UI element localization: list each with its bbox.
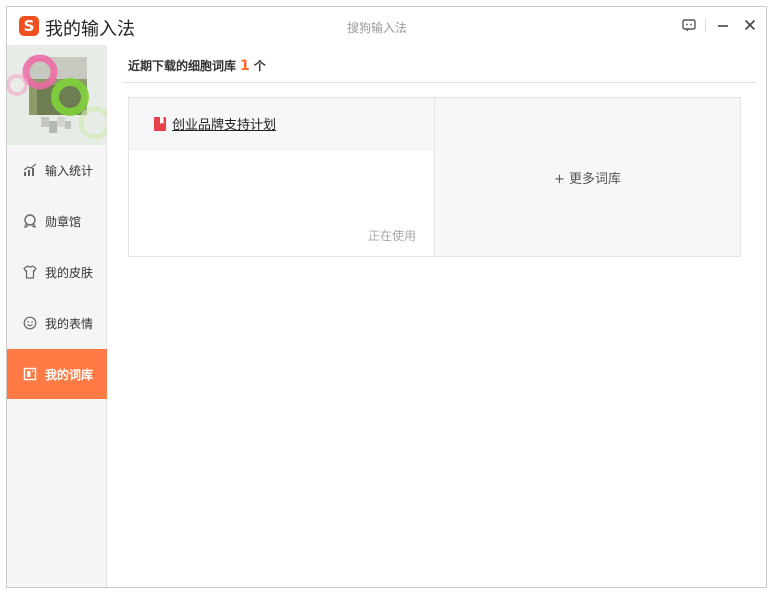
dictionary-icon [23,367,37,381]
feedback-button[interactable] [679,15,699,35]
more-dictionaries-button[interactable]: + 更多词库 [435,98,740,256]
avatar-image [7,45,107,145]
feedback-icon [682,18,696,31]
sidebar: 输入统计 勋章馆 我的皮肤 我的表情 我的词库 [7,45,107,587]
download-count: 1 [240,58,250,74]
sidebar-item-label: 勋章馆 [45,214,82,229]
sidebar-item-input-stats[interactable]: 输入统计 [7,145,107,195]
app-name: 搜狗输入法 [347,21,408,35]
sogou-logo-icon: S [19,16,39,36]
main-content: 近期下载的细胞词库 1 个 创业品牌支持计划 正在使用 + 更多词库 [108,45,766,587]
dictionary-card-title[interactable]: 创业品牌支持计划 [172,114,276,133]
sidebar-item-medals[interactable]: 勋章馆 [7,196,107,246]
avatar[interactable] [7,45,107,145]
count-unit: 个 [253,59,266,73]
sidebar-item-label: 输入统计 [45,163,94,178]
bookmark-icon [154,116,166,131]
medal-icon [23,214,37,228]
window-title: 我的输入法 [45,19,135,40]
sidebar-item-label: 我的皮肤 [45,265,94,280]
dictionary-grid: 创业品牌支持计划 正在使用 + 更多词库 [128,97,741,257]
section-title: 近期下载的细胞词库 1 个 [128,57,266,74]
sidebar-item-skins[interactable]: 我的皮肤 [7,247,107,297]
dictionary-card-header: 创业品牌支持计划 [129,98,434,150]
sidebar-item-label: 我的词库 [45,367,94,382]
close-button[interactable] [740,15,760,35]
minimize-button[interactable] [713,15,733,35]
more-dictionaries-label: + 更多词库 [553,171,622,187]
dictionary-status: 正在使用 [367,229,416,243]
titlebar-divider [705,18,706,32]
close-icon [744,19,756,31]
stats-icon [23,163,37,177]
smiley-icon [23,316,37,330]
title-bar[interactable]: S 我的输入法 搜狗输入法 [7,7,766,45]
app-window: S 我的输入法 搜狗输入法 输入统计 勋章馆 我的皮肤 我的表情 我的词库 近期… [6,6,767,588]
sidebar-item-label: 我的表情 [45,316,94,331]
dictionary-card: 创业品牌支持计划 正在使用 [129,98,435,256]
section-title-text: 近期下载的细胞词库 [128,59,237,73]
sidebar-item-dictionary[interactable]: 我的词库 [7,349,107,399]
minimize-icon [718,25,728,27]
divider [122,82,756,83]
shirt-icon [23,265,37,279]
sidebar-item-emoji[interactable]: 我的表情 [7,298,107,348]
